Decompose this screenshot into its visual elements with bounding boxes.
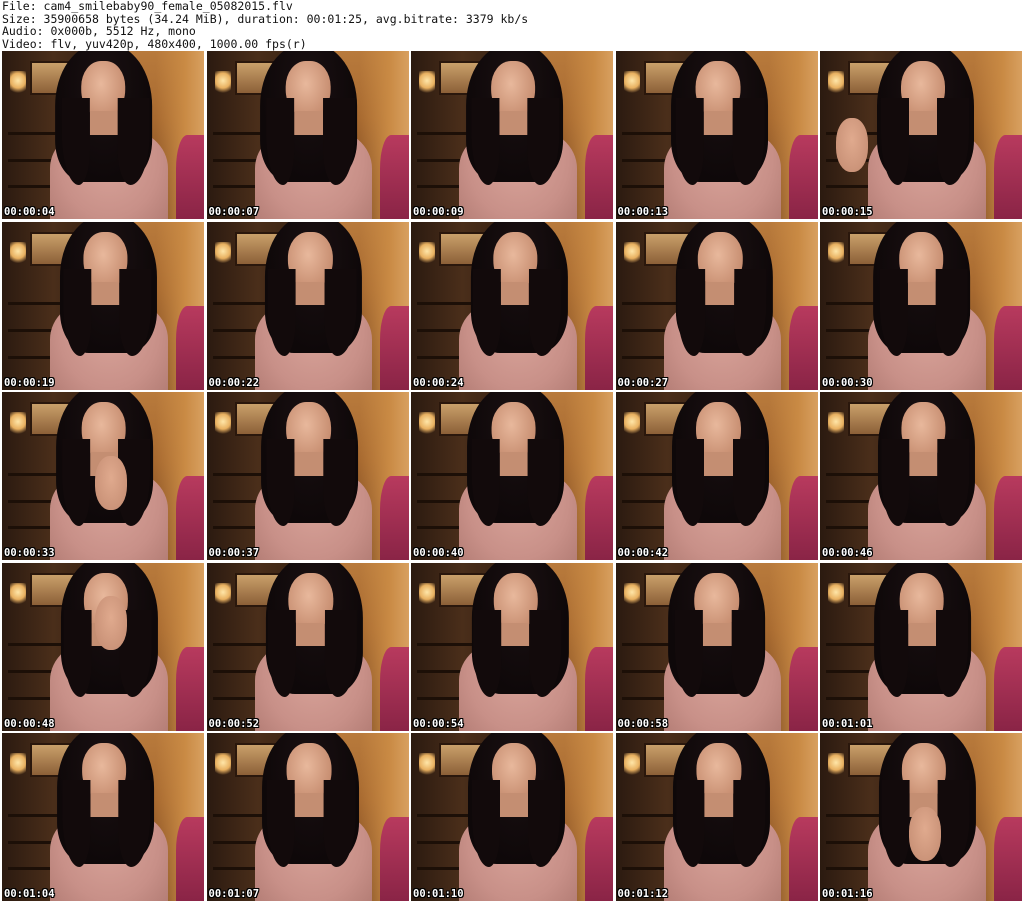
video-thumbnail: 00:00:22 xyxy=(206,221,409,390)
video-thumbnail: 00:01:12 xyxy=(615,733,818,901)
video-thumbnail: 00:00:04 xyxy=(2,51,204,219)
video-thumbnail: 00:00:27 xyxy=(615,221,818,390)
video-thumbnail: 00:01:01 xyxy=(820,562,1022,731)
video-thumbnail: 00:00:15 xyxy=(820,51,1022,219)
thumbnail-timestamp: 00:00:15 xyxy=(822,206,873,218)
thumbnail-timestamp: 00:00:09 xyxy=(413,206,464,218)
thumbnail-timestamp: 00:01:01 xyxy=(822,717,873,730)
video-thumbnail: 00:01:04 xyxy=(2,733,204,901)
thumbnail-timestamp: 00:00:04 xyxy=(4,206,55,218)
thumbnail-timestamp: 00:00:58 xyxy=(617,717,669,730)
thumbnail-timestamp: 00:00:33 xyxy=(4,547,55,559)
audio-info-line: Audio: 0x000b, 5512 Hz, mono xyxy=(2,24,196,38)
thumbnail-timestamp: 00:00:24 xyxy=(413,376,464,389)
video-thumbnail: 00:00:13 xyxy=(615,51,818,219)
video-thumbnail: 00:01:07 xyxy=(206,733,409,901)
video-thumbnail: 00:00:58 xyxy=(615,562,818,731)
thumbnail-timestamp: 00:00:46 xyxy=(822,547,873,559)
video-thumbnail: 00:00:48 xyxy=(2,562,204,731)
thumbnail-timestamp: 00:00:27 xyxy=(617,376,669,389)
video-thumbnail: 00:00:09 xyxy=(411,51,613,219)
file-info-header: File: cam4_smilebaby90_female_05082015.f… xyxy=(2,0,1020,50)
video-thumbnail: 00:00:42 xyxy=(615,392,818,560)
video-info-line: Video: flv, yuv420p, 480x400, 1000.00 fp… xyxy=(2,36,307,51)
video-thumbnail: 00:00:19 xyxy=(2,221,204,390)
thumbnail-timestamp: 00:00:48 xyxy=(4,717,55,730)
video-thumbnail: 00:01:16 xyxy=(820,733,1022,901)
video-thumbnail: 00:00:33 xyxy=(2,392,204,560)
thumbnail-timestamp: 00:00:22 xyxy=(208,376,260,389)
video-thumbnail: 00:00:24 xyxy=(411,221,613,390)
video-thumbnail: 00:00:46 xyxy=(820,392,1022,560)
thumbnail-timestamp: 00:01:07 xyxy=(208,888,260,900)
video-thumbnail: 00:00:52 xyxy=(206,562,409,731)
video-thumbnail: 00:00:07 xyxy=(206,51,409,219)
video-thumbnail: 00:01:10 xyxy=(411,733,613,901)
thumbnail-timestamp: 00:00:30 xyxy=(822,376,873,389)
thumbnail-timestamp: 00:01:10 xyxy=(413,888,464,900)
thumbnail-timestamp: 00:00:40 xyxy=(413,547,464,559)
thumbnail-timestamp: 00:01:16 xyxy=(822,888,873,900)
video-thumbnail: 00:00:54 xyxy=(411,562,613,731)
thumbnail-timestamp: 00:00:13 xyxy=(617,206,669,218)
thumbnail-grid: 00:00:04 00:00:07 00:00:09 00:00:13 00:00:15… xyxy=(0,51,1024,901)
video-thumbnail: 00:00:37 xyxy=(206,392,409,560)
video-thumbnail: 00:00:30 xyxy=(820,221,1022,390)
thumbnail-timestamp: 00:00:42 xyxy=(617,547,669,559)
thumbnail-timestamp: 00:01:04 xyxy=(4,888,55,900)
thumbnail-timestamp: 00:00:37 xyxy=(208,547,260,559)
thumbnail-timestamp: 00:00:54 xyxy=(413,717,464,730)
video-thumbnail: 00:00:40 xyxy=(411,392,613,560)
thumbnail-timestamp: 00:00:07 xyxy=(208,206,260,218)
file-name-line: File: cam4_smilebaby90_female_05082015.f… xyxy=(2,0,293,13)
thumbnail-timestamp: 00:01:12 xyxy=(617,888,669,900)
thumbnail-timestamp: 00:00:19 xyxy=(4,376,55,389)
thumbnail-timestamp: 00:00:52 xyxy=(208,717,260,730)
